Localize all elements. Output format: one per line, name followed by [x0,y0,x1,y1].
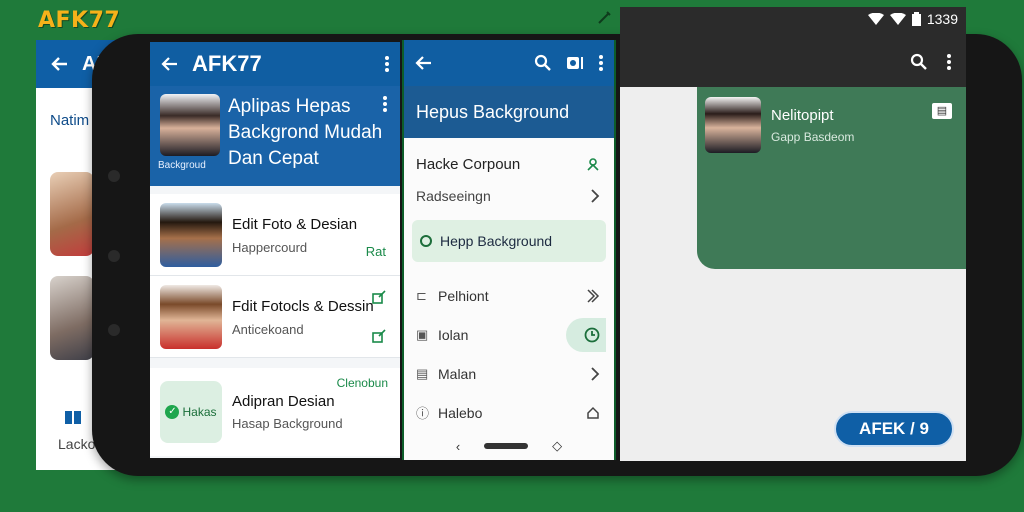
more-vert-icon[interactable] [382,96,388,112]
system-nav-bar: ‹ ◇ [404,438,614,454]
profile-avatar [160,94,220,156]
item-action[interactable]: Rat [366,244,386,259]
back-arrow-icon[interactable] [414,55,432,71]
main-screen: AFK77 Backgroud Aplipas Hepas Backgrond … [150,42,400,458]
list-item-label: Pelhiont [438,287,489,304]
nav-recent-icon[interactable]: ◇ [552,438,562,454]
status-and-app-bar: 1339 [620,7,966,87]
portrait-thumbnail[interactable] [50,172,94,256]
promo-subtitle: Hasap Background [232,416,343,431]
nav-back-icon[interactable]: ‹ [456,439,460,454]
search-icon[interactable] [534,54,552,72]
chevron-right-icon [591,366,600,381]
back-label: Natim [50,112,90,129]
profile-subtitle: Gapp Basdeom [771,129,855,144]
promo-badge: ✓ Hakas [160,381,222,443]
camera-icon[interactable] [566,55,584,71]
doc-icon: ▣ [416,326,429,342]
item-title: Fdit Fotocls & Dessin [232,297,374,315]
app-actions [910,53,952,71]
profile-name: Nelitopipt [771,106,834,124]
menu-list: ⊏ Pelhiont ▣ Iolan ▤ Malan ⓘ Halebo [404,276,614,432]
wifi-icon [867,13,884,25]
status-bar: 1339 [867,11,958,27]
radio-icon [420,235,432,247]
back-arrow-icon[interactable] [160,56,178,72]
list-item-label: Malan [438,365,477,382]
list-item[interactable]: Fdit Fotocls & Dessin Anticekoand [150,276,400,358]
phone-button-dot [108,324,120,336]
chevron-right-icon [591,189,600,203]
badge-label: Hakas [182,405,217,419]
detail-screen: 1339 Nelitopipt Gapp Basdeom ▤ [620,7,966,461]
nav-home-bar[interactable] [484,443,529,449]
item-title: Edit Foto & Desian [232,215,358,233]
menu-row-label: Hacke Corpoun [416,155,521,173]
menu-header: Hepus Background [404,86,614,138]
avatar-caption: Backgroud [158,160,206,171]
promo-tag[interactable]: Clenobun [337,376,388,390]
phone-button-dot [108,170,120,182]
signal-icon [889,13,906,25]
app-bar: AFK77 [150,42,400,86]
list-item-label: Iolan [438,326,469,343]
selected-label: Hepp Background [440,233,553,249]
brand-logo: AFK77 [38,8,121,33]
menu-screen: Hepus Background Hacke Corpoun Radseeing… [402,40,616,460]
list-item[interactable]: ▤ Malan [404,354,614,393]
menu-row[interactable]: Hacke Corpoun [404,148,614,180]
menu-row-label: Radseeingn [416,188,491,204]
double-chevron-icon [587,288,600,303]
item-subtitle: Happercourd [232,239,308,255]
item-subtitle: Anticekoand [232,321,304,337]
floating-action-button[interactable]: AFEK / 9 [834,411,954,447]
document-icon[interactable]: ▤ [932,103,952,119]
profile-photo [705,97,761,153]
back-arrow-icon[interactable] [50,56,68,72]
more-vert-icon[interactable] [384,56,390,72]
search-icon[interactable] [910,53,928,71]
home-icon [587,406,599,419]
back-footer-label: Lacko [58,436,96,452]
hero-text: Aplipas Hepas Backgrond Mudah Dan Cepat [228,96,383,169]
phone-button-dot [108,250,120,262]
photo-thumbnail[interactable] [50,276,94,360]
check-icon: ✓ [165,405,180,419]
image-icon: ▤ [416,365,429,381]
list-item[interactable]: Edit Foto & Desian Happercourd Rat [150,194,400,276]
more-vert-icon[interactable] [946,54,952,70]
tag-icon: ⊏ [416,287,427,303]
edit-sparkle-icon [598,11,611,24]
share-icon[interactable] [372,329,386,343]
more-vert-icon[interactable] [598,55,604,71]
list-item[interactable]: ⓘ Halebo [404,393,614,432]
menu-app-bar [404,40,614,86]
menu-row[interactable]: Radseeingn [404,180,614,212]
profile-card[interactable]: Nelitopipt Gapp Basdeom ▤ [697,93,966,157]
portrait-thumbnail [160,284,222,349]
share-icon[interactable] [372,290,386,304]
promo-item[interactable]: ✓ Hakas Adipran Desian Hasap Background … [150,368,400,456]
battery-icon [911,12,921,26]
app-title: AFK77 [192,51,262,76]
user-icon [587,158,599,171]
hero-banner[interactable]: Backgroud Aplipas Hepas Backgrond Mudah … [150,86,400,186]
status-time: 1339 [926,11,958,27]
list-item-label: Halebo [438,404,483,421]
list-item[interactable]: ⊏ Pelhiont [404,276,614,315]
portrait-thumbnail [160,202,222,267]
promo-title: Adipran Desian [232,393,335,410]
selected-menu-item[interactable]: Hepp Background [412,220,606,262]
gift-icon[interactable] [62,404,84,426]
list-item[interactable]: ▣ Iolan [404,315,614,354]
clock-icon[interactable] [584,327,600,343]
info-icon: ⓘ [416,406,430,421]
